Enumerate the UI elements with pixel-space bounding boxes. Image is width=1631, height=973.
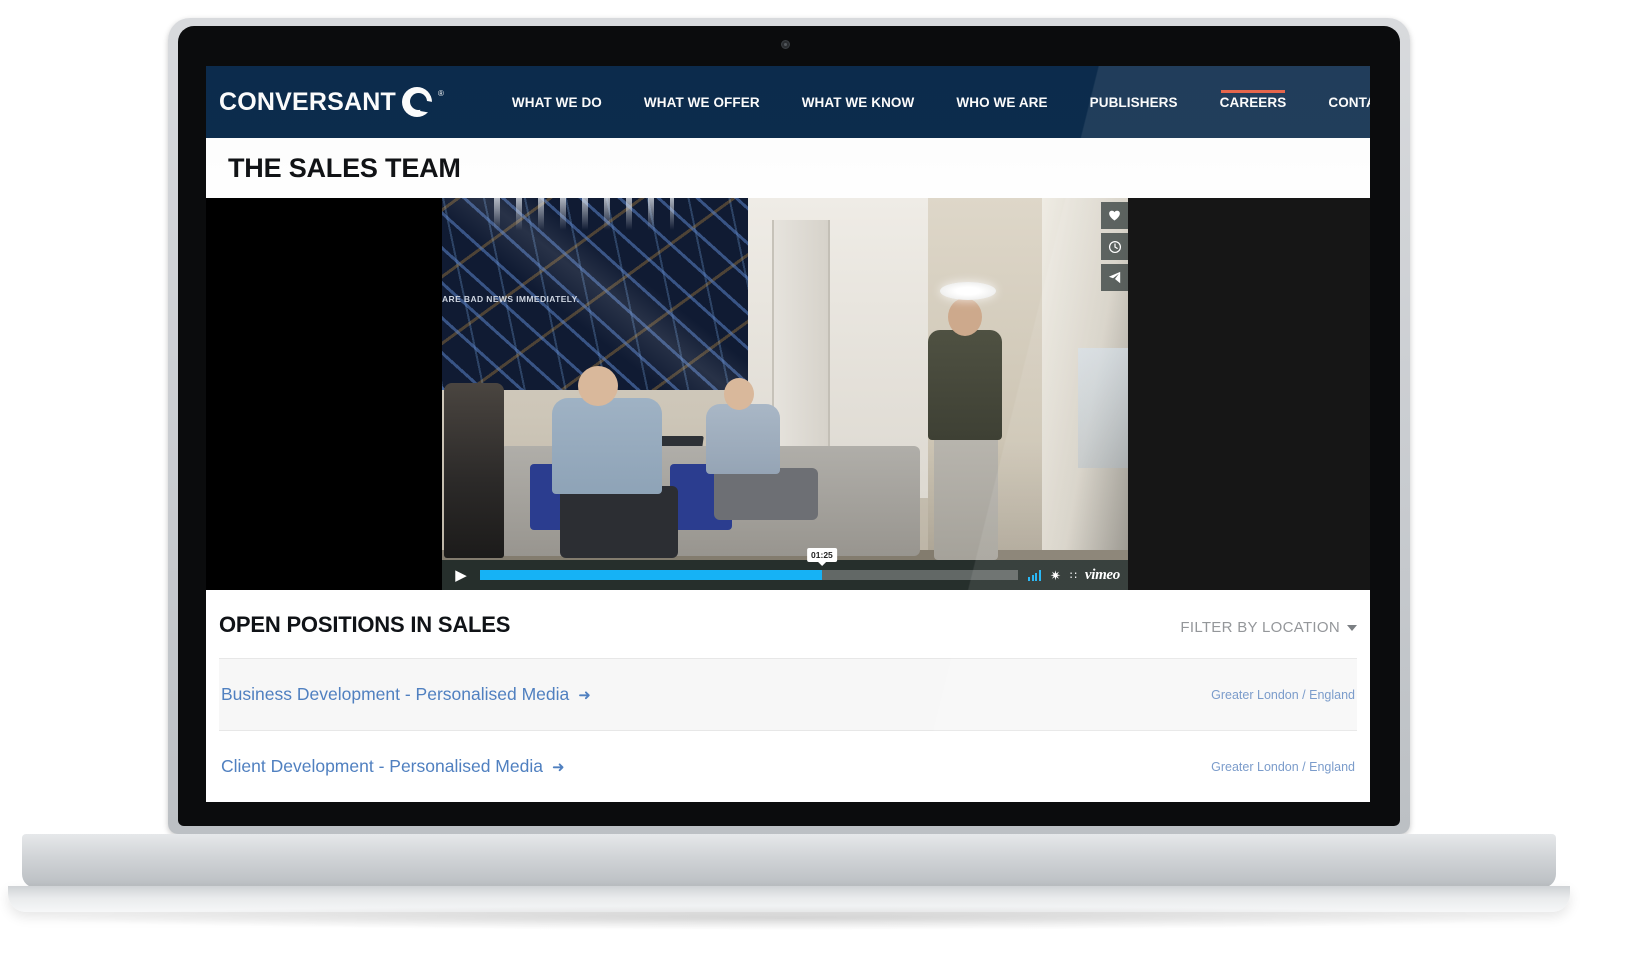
gear-icon[interactable]: ✷ <box>1050 569 1061 582</box>
screenshot-stage: CONVERSANT ® WHAT WE DO WHAT WE OFFER WH… <box>0 0 1631 973</box>
laptop-screen: CONVERSANT ® WHAT WE DO WHAT WE OFFER WH… <box>206 66 1370 802</box>
scene-mural: ARE BAD NEWS IMMEDIATELY. <box>442 198 748 390</box>
filter-by-location-label: FILTER BY LOCATION <box>1180 619 1340 636</box>
brand-wordmark: CONVERSANT <box>219 87 397 116</box>
scene-person-seated-head <box>578 366 618 406</box>
nav-item-publishers[interactable]: PUBLISHERS <box>1069 66 1199 138</box>
watch-later-button[interactable] <box>1101 233 1128 260</box>
open-positions-title: OPEN POSITIONS IN SALES <box>219 612 511 637</box>
webcam-icon <box>781 40 790 49</box>
video-time-tooltip: 01:25 <box>807 548 837 566</box>
scene-person-sofa-body <box>706 404 780 474</box>
scene-person-seated-legs <box>560 486 678 558</box>
laptop-shadow <box>40 906 1540 930</box>
open-positions-header: OPEN POSITIONS IN SALES FILTER BY LOCATI… <box>219 590 1357 659</box>
job-location: Greater London / England <box>1211 759 1355 774</box>
vimeo-control-bar: ▶ 01:25 ✷ ∷ vimeo <box>442 548 1128 590</box>
nav-item-who-we-are[interactable]: WHO WE ARE <box>935 66 1068 138</box>
video-still-image: ARE BAD NEWS IMMEDIATELY. <box>442 198 1128 590</box>
scene-person-standing-head <box>948 298 982 336</box>
scene-person-left <box>444 383 504 558</box>
video-progress-fill <box>480 570 822 580</box>
scene-mural-text: ARE BAD NEWS IMMEDIATELY. <box>442 294 580 304</box>
table-row[interactable]: Client Development - Personalised Media … <box>219 731 1357 802</box>
scene-person-seated-body <box>552 398 662 494</box>
nav-item-careers[interactable]: CAREERS <box>1199 66 1308 138</box>
vimeo-side-actions <box>1101 202 1128 291</box>
scene-person-standing-body <box>928 330 1002 440</box>
scene-wall-screen <box>1078 348 1128 468</box>
hd-icon[interactable]: ∷ <box>1070 569 1077 582</box>
page-title: THE SALES TEAM <box>228 152 461 183</box>
scene-person-sofa-head <box>724 378 754 410</box>
vimeo-player[interactable]: ARE BAD NEWS IMMEDIATELY. ▶ 01:25 ✷ ∷ vi… <box>442 198 1128 590</box>
scene-door <box>772 220 830 466</box>
scene-mural-figures <box>494 198 674 230</box>
nav-item-what-we-know[interactable]: WHAT WE KNOW <box>781 66 936 138</box>
scene-frisbee <box>940 282 996 300</box>
scene-person-standing-legs <box>934 436 998 560</box>
nav-item-what-we-offer[interactable]: WHAT WE OFFER <box>623 66 781 138</box>
job-title: Business Development - Personalised Medi… <box>221 684 570 704</box>
primary-nav: WHAT WE DO WHAT WE OFFER WHAT WE KNOW WH… <box>491 66 1370 138</box>
video-progress-bar[interactable]: 01:25 <box>480 548 1019 580</box>
vimeo-logo[interactable]: vimeo <box>1085 567 1120 584</box>
vimeo-right-controls: ✷ ∷ vimeo <box>1028 567 1120 584</box>
open-positions-section: OPEN POSITIONS IN SALES FILTER BY LOCATI… <box>206 590 1370 802</box>
job-title-link[interactable]: Business Development - Personalised Medi… <box>221 684 591 705</box>
share-button[interactable] <box>1101 264 1128 291</box>
nav-item-what-we-do[interactable]: WHAT WE DO <box>491 66 623 138</box>
play-icon[interactable]: ▶ <box>450 568 472 583</box>
brand-logo[interactable]: CONVERSANT ® <box>219 87 444 117</box>
site-navbar: CONVERSANT ® WHAT WE DO WHAT WE OFFER WH… <box>206 66 1370 138</box>
nav-item-contact[interactable]: CONTACT <box>1307 66 1370 138</box>
like-button[interactable] <box>1101 202 1128 229</box>
arrow-right-icon: ➜ <box>551 759 565 776</box>
video-hero: ARE BAD NEWS IMMEDIATELY. ▶ 01:25 ✷ ∷ vi… <box>206 198 1370 590</box>
arrow-right-icon: ➜ <box>578 687 591 704</box>
chevron-down-icon <box>1347 624 1357 631</box>
filter-by-location-dropdown[interactable]: FILTER BY LOCATION <box>1180 619 1357 636</box>
job-title-link[interactable]: Client Development - Personalised Media … <box>221 756 565 777</box>
volume-bars-icon[interactable] <box>1028 569 1041 581</box>
job-location: Greater London / England <box>1211 687 1355 702</box>
laptop-base <box>22 834 1556 888</box>
table-row[interactable]: Business Development - Personalised Medi… <box>219 659 1357 731</box>
conversant-logo-icon <box>402 87 433 117</box>
job-title: Client Development - Personalised Media <box>221 756 543 776</box>
scene-person-sofa-legs <box>714 468 818 520</box>
registered-mark: ® <box>438 89 444 98</box>
page-title-bar: THE SALES TEAM <box>206 138 1370 198</box>
website-viewport: CONVERSANT ® WHAT WE DO WHAT WE OFFER WH… <box>206 66 1370 802</box>
